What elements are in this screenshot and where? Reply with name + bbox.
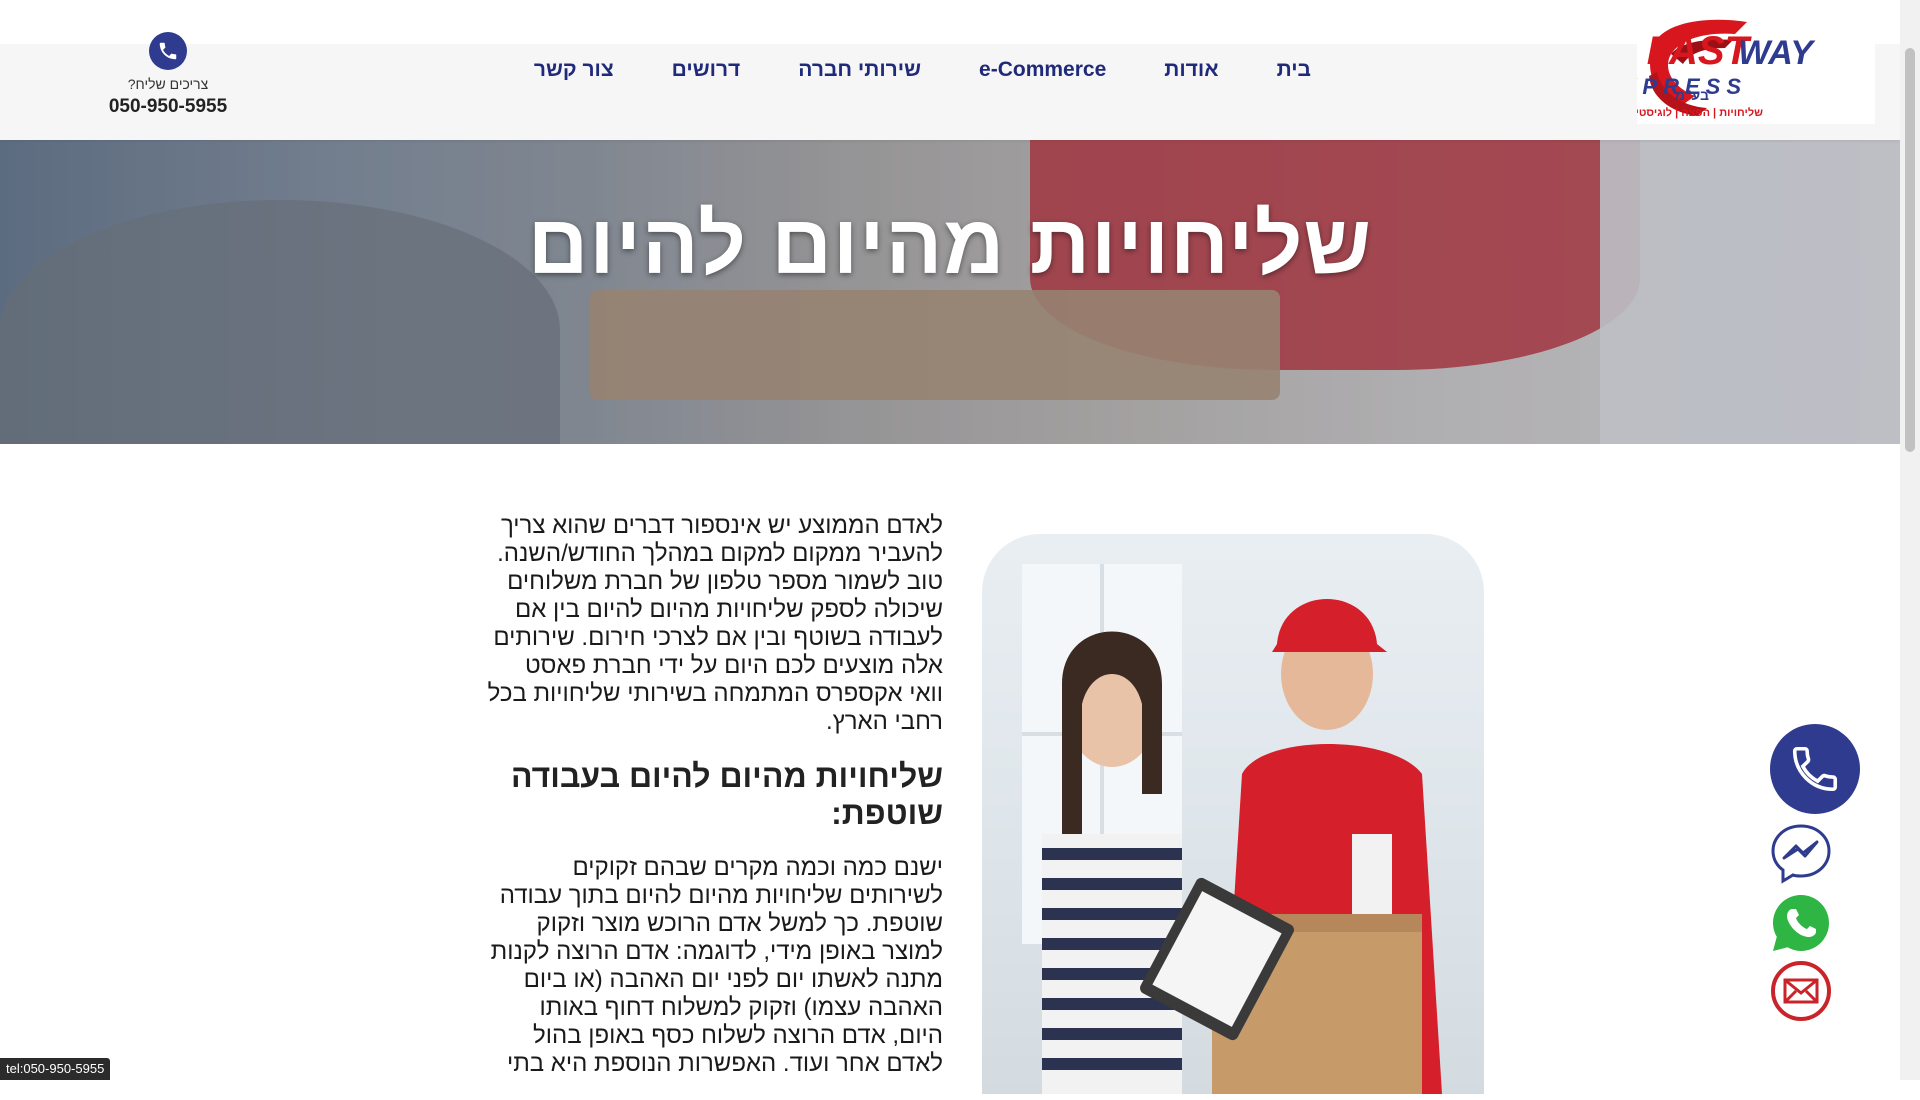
floating-call-button[interactable] — [1770, 724, 1860, 814]
site-header: FAST WAY EXPRESS בע"מ שליחויות | הפצה | … — [0, 0, 1900, 140]
courier-photo — [982, 534, 1484, 1094]
link-status-bar: tel:050-950-5955 — [0, 1058, 111, 1080]
article-heading: שליחויות מהיום להיום בעבודה שוטפת: — [510, 758, 943, 831]
article-text: לאדם הממוצע יש אינספור דברים שהוא צריך ל… — [485, 512, 943, 1100]
header-contact[interactable]: צריכים שליח? 050-950-5955 — [100, 32, 236, 118]
hero-title: שליחויות מהיום להיום — [527, 197, 1373, 291]
svg-text:שליחויות | הפצה | לוגיסטיקה: שליחויות | הפצה | לוגיסטיקה — [1637, 106, 1763, 119]
email-icon — [1771, 961, 1831, 1021]
main-navigation: בית אודות e-Commerce שירותי חברה דרושים … — [505, 56, 1340, 84]
nav-item-about[interactable]: אודות — [1135, 56, 1247, 84]
svg-text:WAY: WAY — [1738, 34, 1816, 72]
contact-question: צריכים שליח? — [127, 76, 209, 92]
whatsapp-button[interactable] — [1770, 892, 1832, 954]
nav-item-jobs[interactable]: דרושים — [643, 56, 770, 84]
email-button[interactable] — [1770, 960, 1832, 1022]
svg-text:בע"מ: בע"מ — [1675, 87, 1709, 103]
article-intro: לאדם הממוצע יש אינספור דברים שהוא צריך ל… — [487, 512, 943, 735]
messenger-icon — [1771, 824, 1831, 884]
whatsapp-icon — [1773, 895, 1829, 951]
fastway-logo[interactable]: FAST WAY EXPRESS בע"מ שליחויות | הפצה | … — [1637, 12, 1875, 124]
messenger-button[interactable] — [1770, 822, 1832, 884]
scrollbar-thumb[interactable] — [1905, 48, 1915, 452]
page-scrollbar[interactable] — [1900, 0, 1920, 1080]
phone-icon — [1792, 746, 1838, 792]
contact-phone-number[interactable]: 050-950-5955 — [100, 96, 236, 118]
hero-banner: שליחויות מהיום להיום — [0, 140, 1900, 444]
header-top-band — [0, 0, 1900, 44]
article-paragraph: ישנם כמה וכמה מקרים שבהם זקוקים לשירותים… — [490, 854, 943, 1077]
nav-item-home[interactable]: בית — [1248, 56, 1340, 84]
nav-item-company-services[interactable]: שירותי חברה — [769, 56, 950, 84]
nav-item-ecommerce[interactable]: e-Commerce — [950, 56, 1135, 84]
logo-fast-text: FAST — [1647, 29, 1753, 73]
phone-icon[interactable] — [149, 32, 187, 70]
nav-item-contact[interactable]: צור קשר — [505, 56, 643, 84]
